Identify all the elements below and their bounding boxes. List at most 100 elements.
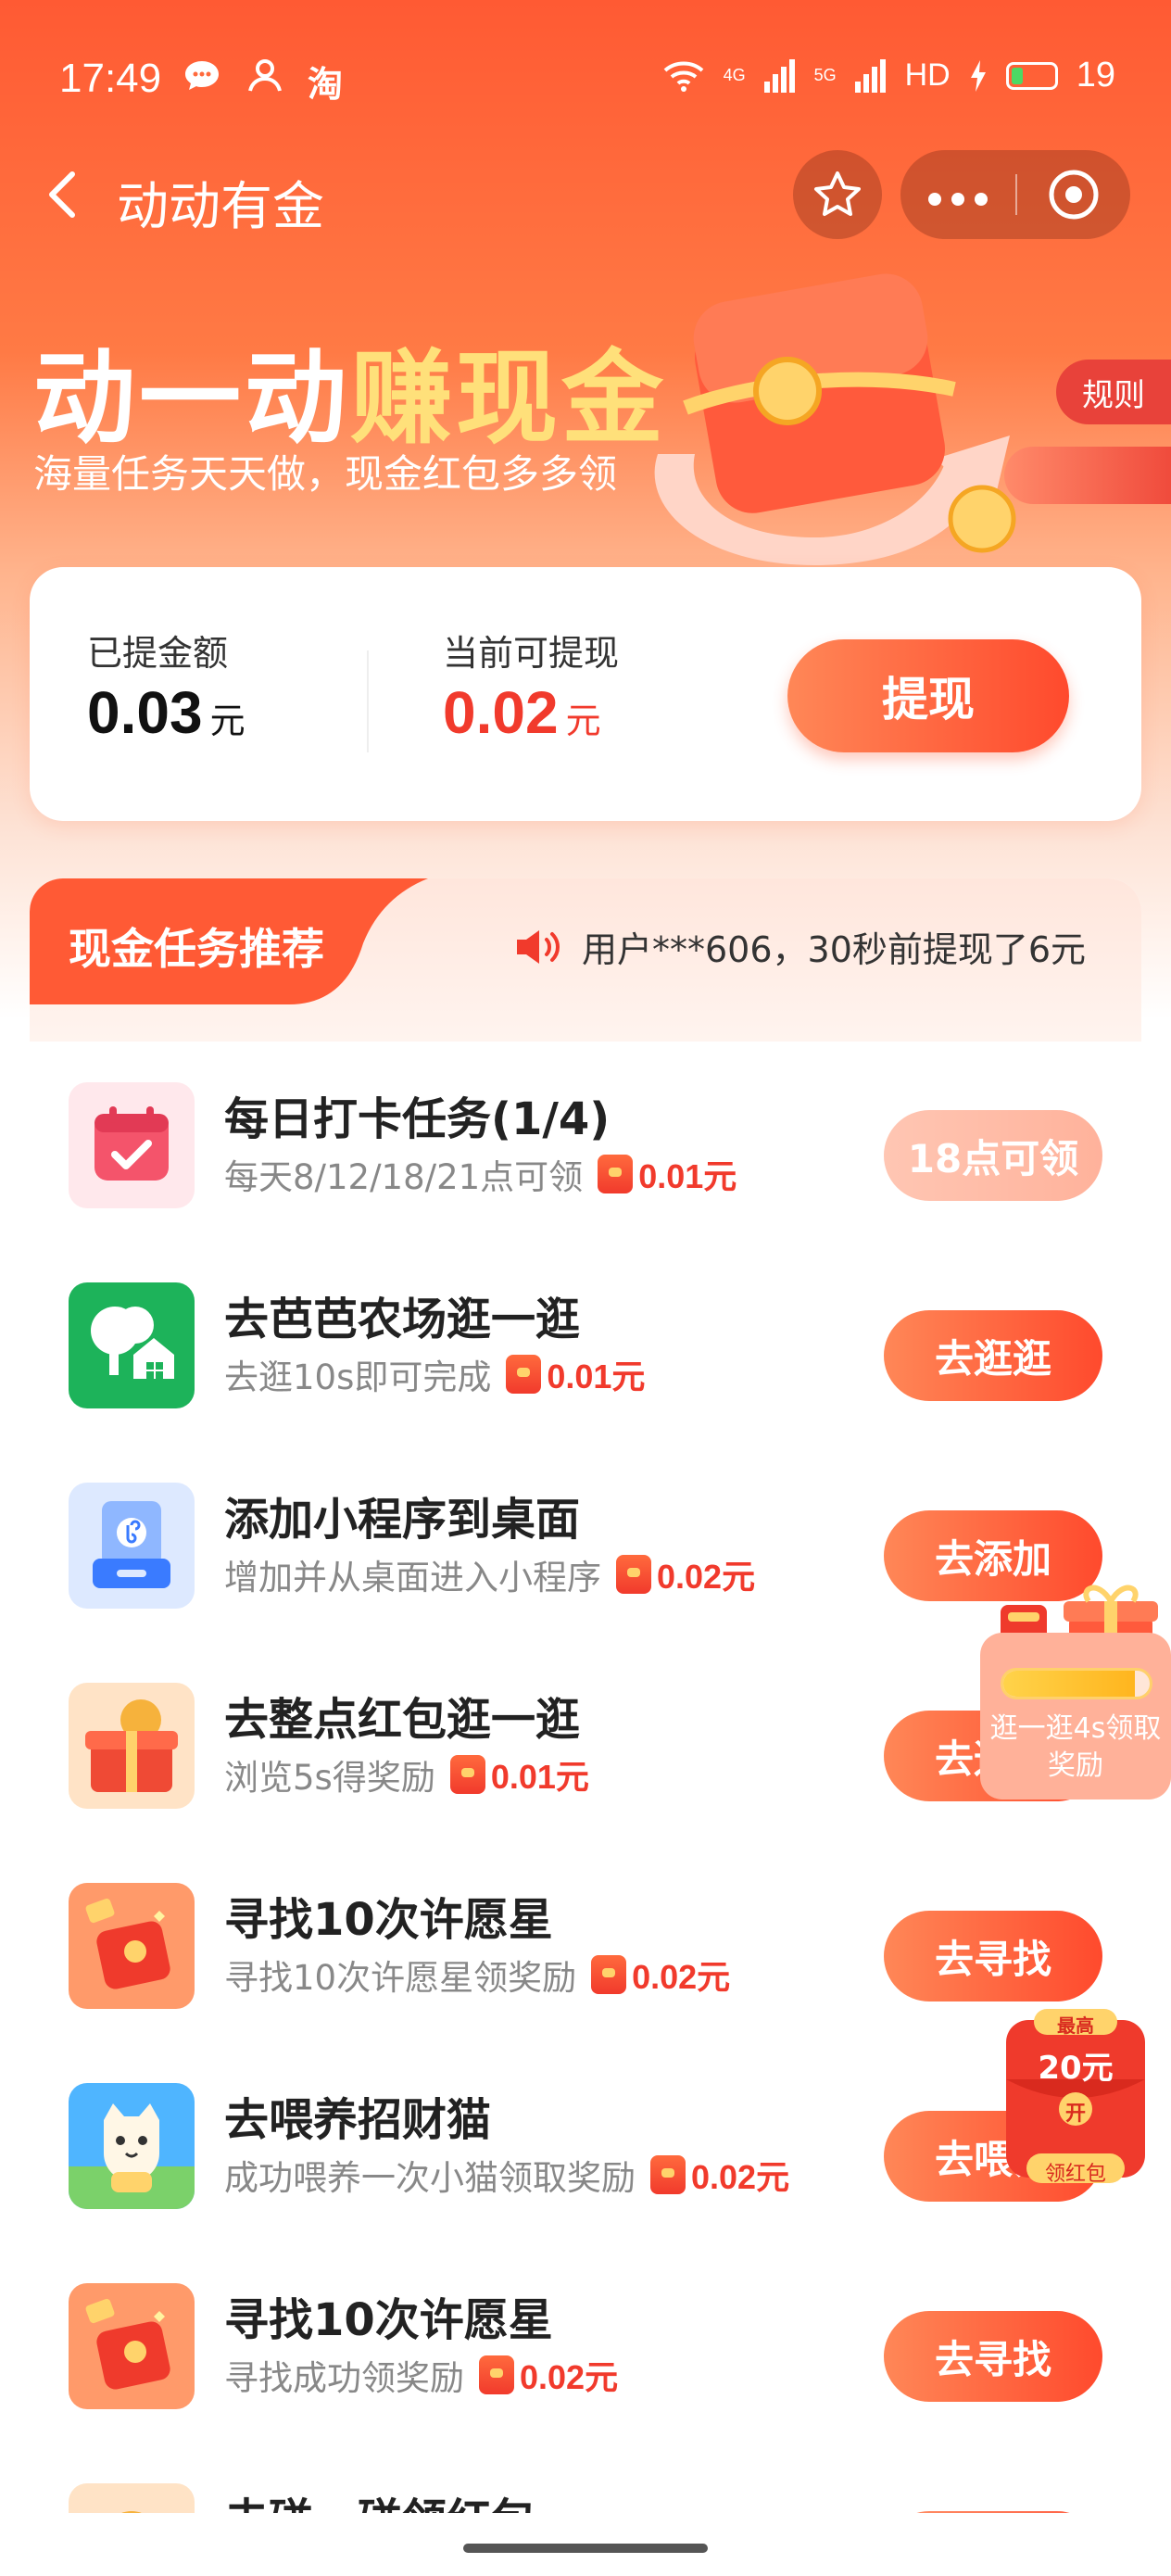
signal-5g-label: 5G [813, 66, 837, 84]
task-action-button[interactable]: 18点可领 [884, 1110, 1102, 1201]
red-envelope-icon [650, 2155, 686, 2194]
mini-program-capsule [900, 150, 1130, 239]
task-item: 每日打卡任务(1/4) 每天8/12/18/21点可领 0.01元 18点可领 [30, 1045, 1141, 1245]
task-desc-text: 浏览5s得奖励 [224, 1758, 435, 1798]
page: 17:49 淘 4G 5G HD 19 动动有金 动一动赚现金 海量任务天天做，… [0, 0, 1171, 2576]
more-button[interactable] [900, 171, 1015, 219]
task-list: 每日打卡任务(1/4) 每天8/12/18/21点可领 0.01元 18点可领 … [30, 1045, 1141, 2576]
calendar-check-icon [69, 1082, 195, 1208]
reward-value: 0.01元 [638, 1157, 737, 1195]
task-title: 去芭芭农场逛一逛 [224, 1294, 581, 1345]
lucky-cat-icon [69, 2083, 195, 2209]
hero-title-part2: 赚现金 [350, 339, 667, 458]
back-arrow-icon[interactable] [37, 167, 93, 222]
ticker-text: 用户***606，30秒前提现了6元 [582, 929, 1087, 970]
browse-progress-bar [1001, 1668, 1152, 1699]
available-value: 0.02 [443, 679, 559, 746]
red-envelope-icon [449, 1755, 485, 1794]
withdrawn-amount: 0.03 元 [87, 678, 246, 747]
task-desc-text: 每天8/12/18/21点可领 [224, 1157, 584, 1197]
withdrawn-label: 已提金额 [87, 633, 229, 674]
favorite-button[interactable] [793, 150, 882, 239]
red-packet-widget[interactable]: 最高 20元 开 领红包 [993, 2005, 1158, 2191]
task-action-button[interactable]: 去逛逛 [884, 1310, 1102, 1401]
battery-icon [1005, 61, 1058, 90]
withdraw-ticker: 用户***606，30秒前提现了6元 [513, 921, 1086, 972]
task-item: 去整点红包逛一逛 浏览5s得奖励 0.01元 去逛逛 [30, 1646, 1141, 1846]
home-indicator[interactable] [463, 2544, 708, 2553]
task-action-button[interactable]: 去寻找 [884, 2311, 1102, 2402]
task-desc: 去逛10s即可完成 0.01元 [224, 1349, 645, 1399]
task-desc-text: 去逛10s即可完成 [224, 1357, 492, 1397]
speaker-icon [517, 929, 560, 964]
status-system-icons: 4G 5G HD 19 [662, 56, 1115, 95]
task-title: 去喂养招财猫 [224, 2094, 492, 2146]
reward-value: 0.01元 [490, 1758, 589, 1796]
task-desc-text: 寻找成功领奖励 [224, 2358, 464, 2398]
section-title: 现金任务推荐 [69, 924, 324, 974]
reward-value: 0.02元 [657, 1558, 756, 1596]
task-desc-text: 寻找10次许愿星领奖励 [224, 1958, 577, 1998]
hd-label: HD [904, 57, 951, 93]
task-item: 去喂养招财猫 成功喂养一次小猫领取奖励 0.02元 去喂养 [30, 2046, 1141, 2246]
red-envelope-icon [506, 1355, 542, 1394]
rules-button[interactable]: 规则 [1056, 360, 1171, 424]
close-mini-program-button[interactable] [1017, 167, 1130, 222]
charging-icon [970, 59, 986, 92]
task-reward: 0.02元 [616, 1550, 755, 1598]
hero-title-part1: 动一动 [33, 339, 350, 458]
task-title: 添加小程序到桌面 [224, 1494, 581, 1546]
task-desc: 寻找成功领奖励 0.02元 [224, 2350, 618, 2400]
signal-4g-icon [763, 58, 795, 93]
task-item: 添加小程序到桌面 增加并从桌面进入小程序 0.02元 去添加 [30, 1446, 1141, 1646]
task-item: 寻找10次许愿星 寻找成功领奖励 0.02元 去寻找 [30, 2246, 1141, 2446]
task-reward: 0.02元 [650, 2151, 789, 2199]
star-icon [814, 171, 861, 216]
signal-4g-label: 4G [723, 66, 746, 84]
battery-level: 19 [1076, 56, 1115, 95]
withdraw-button[interactable]: 提现 [787, 639, 1069, 752]
status-notification-icons: 淘 [182, 56, 343, 107]
status-bar: 17:49 淘 4G 5G HD 19 [0, 0, 1171, 158]
reward-value: 0.02元 [691, 2158, 790, 2196]
balance-divider [367, 650, 369, 752]
task-title: 每日打卡任务(1/4) [224, 1093, 611, 1145]
task-desc-text: 增加并从桌面进入小程序 [224, 1558, 601, 1597]
red-envelope-icon [69, 1883, 195, 2009]
gift-box-icon [69, 1683, 195, 1809]
balance-card: 已提金额 0.03 元 当前可提现 0.02 元 提现 [30, 567, 1141, 821]
hero-subtitle: 海量任务天天做，现金红包多多领 [33, 451, 618, 497]
hero-title: 动一动赚现金 [33, 315, 667, 463]
nav-title: 动动有金 [117, 177, 324, 237]
task-reward: 0.01元 [598, 1150, 737, 1198]
task-item: 寻找10次许愿星 寻找10次许愿星领奖励 0.02元 去寻找 [30, 1846, 1141, 2046]
red-packet-label: 领红包 [1044, 2163, 1106, 2186]
red-packet-open: 开 [1064, 2102, 1086, 2126]
tasks-panel: 现金任务推荐 用户***606，30秒前提现了6元 每日打卡任务(1/4) 每天… [30, 878, 1141, 2576]
red-envelope-icon [479, 2355, 514, 2394]
task-desc: 每天8/12/18/21点可领 0.01元 [224, 1149, 737, 1199]
nav-bar: 动动有金 [0, 139, 1171, 250]
task-title: 去整点红包逛一逛 [224, 1694, 581, 1746]
reward-value: 0.02元 [520, 2358, 619, 2396]
task-desc: 浏览5s得奖励 0.01元 [224, 1749, 589, 1799]
task-desc: 寻找10次许愿星领奖励 0.02元 [224, 1950, 730, 2000]
task-reward: 0.02元 [591, 1951, 730, 1999]
task-action-button[interactable]: 去寻找 [884, 1911, 1102, 2001]
browse-text: 逛一逛4s领取奖励 [989, 1712, 1162, 1782]
side-red-tag[interactable] [1004, 447, 1171, 504]
task-title: 寻找10次许愿星 [224, 2294, 553, 2346]
browse-reward-widget[interactable]: 逛一逛4s领取奖励 [980, 1568, 1171, 1799]
mini-program-icon [69, 1483, 195, 1609]
red-envelope-icon [598, 1155, 634, 1193]
task-title: 寻找10次许愿星 [224, 1894, 553, 1946]
available-amount: 0.02 元 [443, 678, 601, 747]
taobao-icon: 淘 [308, 64, 344, 105]
message-bubble-icon [185, 61, 219, 90]
red-envelope-icon [616, 1555, 651, 1594]
task-desc: 成功喂养一次小猫领取奖励 0.02元 [224, 2150, 789, 2200]
more-dots-icon [928, 192, 988, 206]
red-packet-top: 最高 [1057, 2014, 1094, 2037]
red-packet-amount: 20元 [1038, 2050, 1114, 2087]
wifi-icon [663, 61, 703, 92]
